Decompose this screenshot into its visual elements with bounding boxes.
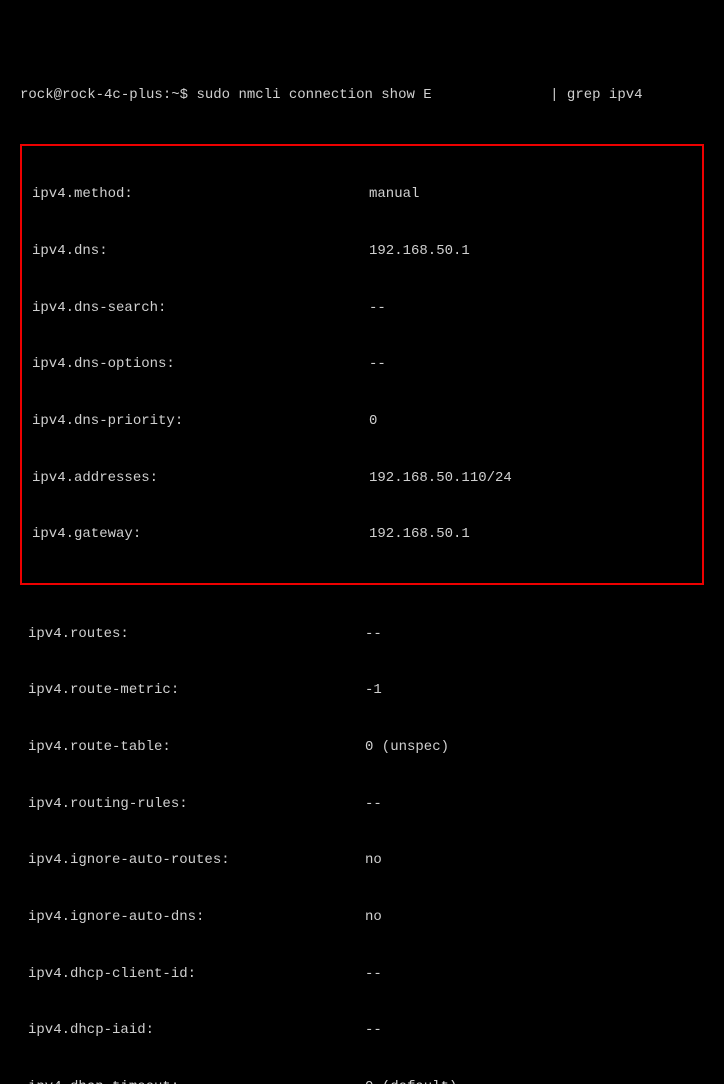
output-row: ipv4.route-metric:-1 — [20, 681, 704, 700]
output-key: ipv4.dhcp-timeout: — [20, 1078, 365, 1084]
command-suffix: | grep ipv4 — [550, 86, 642, 105]
output-key: ipv4.addresses: — [24, 469, 369, 488]
output-value: no — [365, 851, 382, 870]
output-key: ipv4.routes: — [20, 625, 365, 644]
output-row: ipv4.addresses:192.168.50.110/24 — [24, 469, 700, 488]
output-value: 0 (unspec) — [365, 738, 449, 757]
output-value: 0 — [369, 412, 377, 431]
command-prefix: sudo nmcli connection show E — [196, 86, 431, 105]
output-row: ipv4.dhcp-iaid:-- — [20, 1021, 704, 1040]
output-key: ipv4.routing-rules: — [20, 795, 365, 814]
output-row: ipv4.dhcp-timeout:0 (default) — [20, 1078, 704, 1084]
prompt-user-host: rock@rock-4c-plus — [20, 86, 163, 105]
output-key: ipv4.ignore-auto-dns: — [20, 908, 365, 927]
output-value: -- — [365, 795, 382, 814]
output-value: manual — [369, 185, 419, 204]
prompt-symbol: $ — [180, 86, 188, 105]
output-row: ipv4.routing-rules:-- — [20, 795, 704, 814]
output-key: ipv4.gateway: — [24, 525, 369, 544]
prompt-path: ~ — [171, 86, 179, 105]
output-row: ipv4.ignore-auto-dns:no — [20, 908, 704, 927]
redacted-block — [432, 86, 542, 100]
output-row: ipv4.route-table:0 (unspec) — [20, 738, 704, 757]
output-key: ipv4.route-table: — [20, 738, 365, 757]
output-value: -- — [365, 1021, 382, 1040]
output-key: ipv4.dns-priority: — [24, 412, 369, 431]
output-value: -- — [369, 299, 386, 318]
output-key: ipv4.dns-search: — [24, 299, 369, 318]
output-row: ipv4.ignore-auto-routes:no — [20, 851, 704, 870]
terminal-output: rock@rock-4c-plus:~$ sudo nmcli connecti… — [20, 48, 704, 1084]
output-row: ipv4.dns-search:-- — [24, 299, 700, 318]
command-line[interactable]: rock@rock-4c-plus:~$ sudo nmcli connecti… — [20, 86, 704, 105]
output-row: ipv4.dns-options:-- — [24, 355, 700, 374]
highlight-annotation: ipv4.method:manual ipv4.dns:192.168.50.1… — [20, 144, 704, 584]
output-value: -- — [365, 625, 382, 644]
output-key: ipv4.route-metric: — [20, 681, 365, 700]
output-value: -1 — [365, 681, 382, 700]
output-key: ipv4.ignore-auto-routes: — [20, 851, 365, 870]
output-row: ipv4.method:manual — [24, 185, 700, 204]
output-key: ipv4.dns-options: — [24, 355, 369, 374]
output-value: -- — [369, 355, 386, 374]
output-row: ipv4.dns-priority:0 — [24, 412, 700, 431]
output-value: 192.168.50.1 — [369, 242, 470, 261]
output-value: 0 (default) — [365, 1078, 457, 1084]
output-key: ipv4.dns: — [24, 242, 369, 261]
output-row: ipv4.gateway:192.168.50.1 — [24, 525, 700, 544]
output-row: ipv4.dhcp-client-id:-- — [20, 965, 704, 984]
output-value: -- — [365, 965, 382, 984]
output-row: ipv4.routes:-- — [20, 625, 704, 644]
output-row: ipv4.dns:192.168.50.1 — [24, 242, 700, 261]
output-value: 192.168.50.1 — [369, 525, 470, 544]
output-value: 192.168.50.110/24 — [369, 469, 512, 488]
output-key: ipv4.method: — [24, 185, 369, 204]
output-key: ipv4.dhcp-client-id: — [20, 965, 365, 984]
output-value: no — [365, 908, 382, 927]
output-key: ipv4.dhcp-iaid: — [20, 1021, 365, 1040]
